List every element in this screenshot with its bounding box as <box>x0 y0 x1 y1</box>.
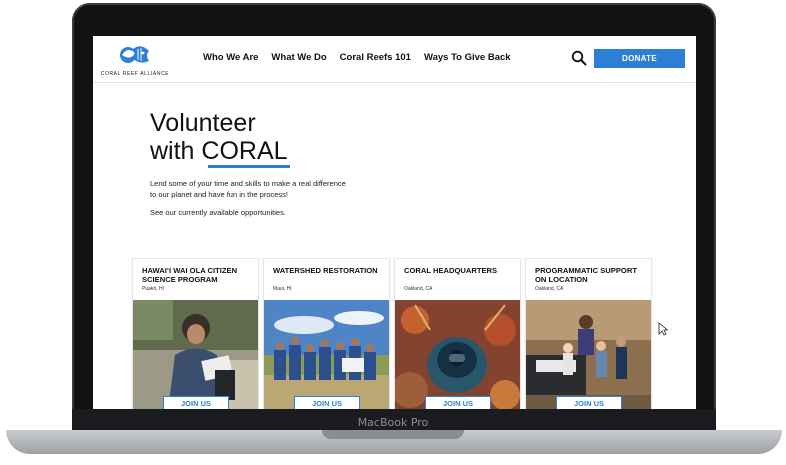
title-line-1: Volunteer <box>150 109 256 137</box>
title-coral: CORAL <box>201 137 288 165</box>
card-photo <box>395 300 520 409</box>
card-title: WATERSHED RESTORATION <box>273 266 378 275</box>
intro-text: Lend some of your time and skills to mak… <box>150 179 346 199</box>
join-us-button[interactable]: JOIN US <box>163 396 229 409</box>
page-title: Volunteer with CORAL <box>150 109 410 168</box>
volunteer-card[interactable]: CORAL HEADQUARTERS Oakland, CA JOIN US <box>394 258 521 409</box>
card-location: Puakō, HI <box>142 286 164 292</box>
fish-logo-icon <box>120 46 149 63</box>
card-location: Maui, HI <box>273 286 292 292</box>
mouse-cursor-icon <box>658 322 668 336</box>
join-us-button[interactable]: JOIN US <box>425 396 491 409</box>
join-us-button[interactable]: JOIN US <box>556 396 622 409</box>
site-header: CORAL REEF ALLIANCE Who We Are What We D… <box>93 36 696 83</box>
nav-ways-to-give-back[interactable]: Ways To Give Back <box>424 52 511 63</box>
title-line-2: with CORAL <box>150 137 410 165</box>
volunteer-card[interactable]: WATERSHED RESTORATION Maui, HI JOIN US <box>263 258 390 409</box>
donate-button[interactable]: DONATE <box>594 49 685 68</box>
nav-coral-reefs-101[interactable]: Coral Reefs 101 <box>340 52 411 63</box>
card-photo <box>526 300 651 409</box>
main-nav: Who We Are What We Do Coral Reefs 101 Wa… <box>203 52 524 63</box>
card-title: PROGRAMMATIC SUPPORT ON LOCATION <box>535 266 637 284</box>
volunteer-card[interactable]: HAWAI‘I WAI OLA CITIZEN SCIENCE PROGRAM … <box>132 258 259 409</box>
card-title: CORAL HEADQUARTERS <box>404 266 498 275</box>
nav-what-we-do[interactable]: What We Do <box>271 52 326 63</box>
card-location: Oakland, CA <box>535 286 564 292</box>
nav-who-we-are[interactable]: Who We Are <box>203 52 258 63</box>
card-photo <box>264 300 389 409</box>
browser-viewport: CORAL REEF ALLIANCE Who We Are What We D… <box>93 36 696 409</box>
device-label: MacBook Pro <box>357 416 429 429</box>
logo-wordmark: CORAL REEF ALLIANCE <box>100 71 170 77</box>
search-icon[interactable] <box>571 50 587 66</box>
title-underline <box>208 165 290 168</box>
card-photo <box>133 300 258 409</box>
opportunities-text: See our currently available opportunitie… <box>150 208 286 217</box>
title-with: with <box>150 137 202 165</box>
laptop-notch <box>322 430 464 439</box>
volunteer-card[interactable]: PROGRAMMATIC SUPPORT ON LOCATION Oakland… <box>525 258 652 409</box>
coral-reef-alliance-logo[interactable]: CORAL REEF ALLIANCE <box>99 41 171 79</box>
card-title: HAWAI‘I WAI OLA CITIZEN SCIENCE PROGRAM <box>142 266 238 284</box>
card-location: Oakland, CA <box>404 286 433 292</box>
join-us-button[interactable]: JOIN US <box>294 396 360 409</box>
